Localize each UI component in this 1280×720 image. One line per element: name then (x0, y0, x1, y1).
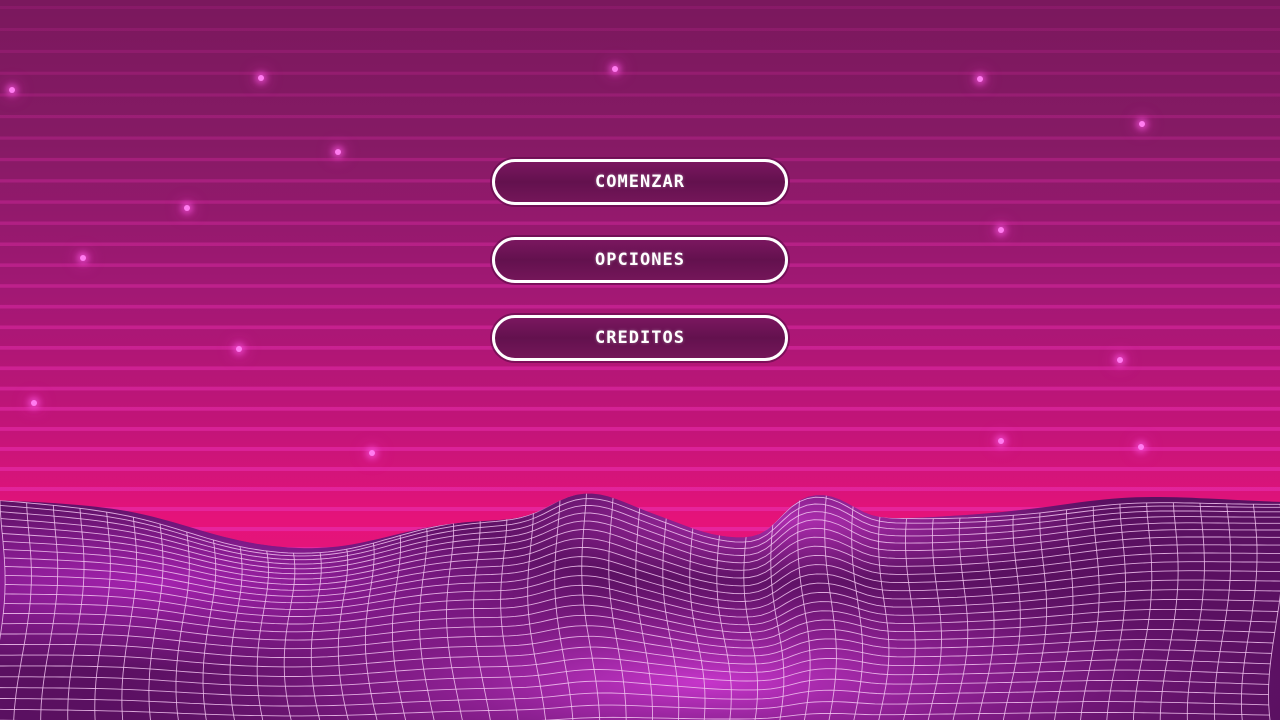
credits-button[interactable]: CREDITOS (492, 315, 788, 361)
options-button-label: OPCIONES (595, 250, 685, 270)
options-button[interactable]: OPCIONES (492, 237, 788, 283)
start-button-label: COMENZAR (595, 172, 685, 192)
main-menu-screen: COMENZAR OPCIONES CREDITOS (0, 0, 1280, 720)
main-menu: COMENZAR OPCIONES CREDITOS (0, 0, 1280, 720)
credits-button-label: CREDITOS (595, 328, 685, 348)
start-button[interactable]: COMENZAR (492, 159, 788, 205)
